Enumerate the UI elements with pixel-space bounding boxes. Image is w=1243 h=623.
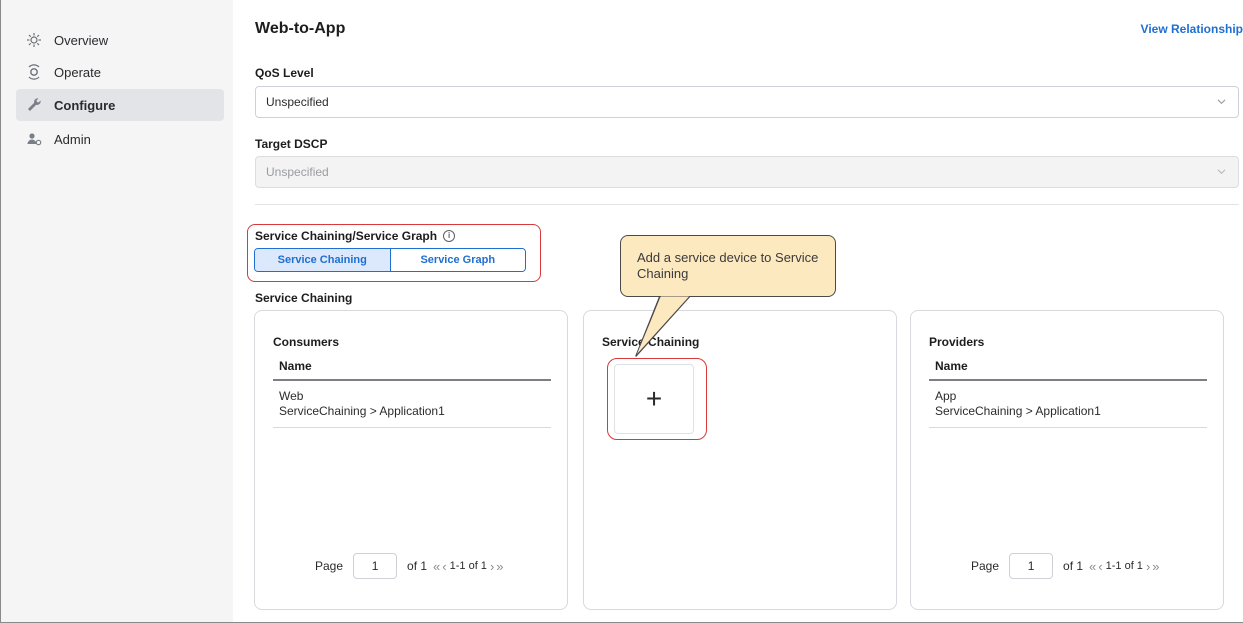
target-dscp-value: Unspecified bbox=[266, 165, 329, 179]
wrench-icon bbox=[24, 95, 44, 115]
pagination: Page 1 of 1 « ‹ 1-1 of 1 › » bbox=[315, 553, 505, 579]
page-number-input[interactable]: 1 bbox=[1009, 553, 1054, 579]
sidebar-item-admin[interactable]: Admin bbox=[16, 123, 224, 155]
page-number-input[interactable]: 1 bbox=[353, 553, 398, 579]
service-mode-toggle: Service Chaining Service Graph bbox=[254, 248, 526, 272]
pagination: Page 1 of 1 « ‹ 1-1 of 1 › » bbox=[971, 553, 1161, 579]
column-header-name: Name bbox=[935, 359, 968, 373]
qos-level-label: QoS Level bbox=[255, 66, 314, 80]
first-page-icon[interactable]: « bbox=[433, 559, 440, 574]
providers-card: Providers Name App ServiceChaining > App… bbox=[910, 310, 1224, 610]
service-chaining-graph-text: Service Chaining/Service Graph bbox=[255, 229, 438, 243]
add-service-device-button[interactable]: + bbox=[614, 364, 694, 434]
row-path: ServiceChaining > Application1 bbox=[279, 404, 445, 418]
page-title: Web-to-App bbox=[255, 20, 346, 37]
sidebar-item-configure[interactable]: Configure bbox=[16, 89, 224, 121]
page-range: 1-1 of 1 bbox=[449, 560, 487, 572]
service-chaining-option[interactable]: Service Chaining bbox=[255, 249, 391, 271]
card-title: Consumers bbox=[273, 335, 340, 349]
consumers-card: Consumers Name Web ServiceChaining > App… bbox=[254, 310, 568, 610]
sidebar-item-label: Configure bbox=[54, 97, 116, 113]
page-total: of 1 bbox=[407, 559, 428, 573]
prev-page-icon[interactable]: ‹ bbox=[442, 559, 446, 574]
first-page-icon[interactable]: « bbox=[1089, 559, 1096, 574]
sidebar-item-operate[interactable]: Operate bbox=[16, 56, 224, 88]
chevron-down-icon bbox=[1217, 99, 1226, 105]
last-page-icon[interactable]: » bbox=[496, 559, 503, 574]
operate-icon bbox=[24, 62, 44, 82]
table-row[interactable]: Web ServiceChaining > Application1 bbox=[273, 381, 551, 428]
page-label: Page bbox=[315, 559, 344, 573]
row-path: ServiceChaining > Application1 bbox=[935, 404, 1101, 418]
main-panel: Web-to-App View Relationship QoS Level U… bbox=[233, 0, 1243, 622]
prev-page-icon[interactable]: ‹ bbox=[1098, 559, 1102, 574]
divider bbox=[255, 204, 1239, 205]
view-relationship-link[interactable]: View Relationship bbox=[1141, 22, 1243, 36]
sidebar-item-label: Admin bbox=[54, 131, 91, 147]
sidebar-item-overview[interactable]: Overview bbox=[16, 24, 224, 56]
row-name: Web bbox=[279, 389, 304, 403]
next-page-icon[interactable]: › bbox=[1146, 559, 1150, 574]
sidebar-item-label: Operate bbox=[54, 64, 101, 80]
card-title: Providers bbox=[929, 335, 985, 349]
card-title: Service Chaining bbox=[602, 335, 700, 349]
chevron-down-icon bbox=[1217, 169, 1226, 175]
page-total: of 1 bbox=[1063, 559, 1084, 573]
service-graph-option[interactable]: Service Graph bbox=[390, 249, 525, 271]
last-page-icon[interactable]: » bbox=[1152, 559, 1159, 574]
service-chaining-graph-label: Service Chaining/Service Graph i bbox=[255, 229, 456, 243]
table-row[interactable]: App ServiceChaining > Application1 bbox=[929, 381, 1207, 428]
info-icon[interactable]: i bbox=[443, 230, 456, 242]
overview-icon bbox=[24, 30, 44, 50]
target-dscp-select: Unspecified bbox=[255, 156, 1239, 188]
sidebar-item-label: Overview bbox=[54, 32, 109, 48]
sidebar: Overview Operate Configure Admin bbox=[1, 0, 233, 622]
callout-tooltip: Add a service device to Service Chaining bbox=[620, 235, 836, 297]
row-name: App bbox=[935, 389, 957, 403]
qos-level-select[interactable]: Unspecified bbox=[255, 86, 1239, 118]
section-title: Service Chaining bbox=[255, 291, 353, 305]
page-range: 1-1 of 1 bbox=[1105, 560, 1143, 572]
service-chaining-card: Service Chaining + bbox=[583, 310, 897, 610]
target-dscp-label: Target DSCP bbox=[255, 137, 328, 151]
column-header-name: Name bbox=[279, 359, 312, 373]
admin-icon bbox=[24, 129, 44, 149]
qos-level-value: Unspecified bbox=[266, 95, 329, 109]
next-page-icon[interactable]: › bbox=[490, 559, 494, 574]
page-label: Page bbox=[971, 559, 1000, 573]
